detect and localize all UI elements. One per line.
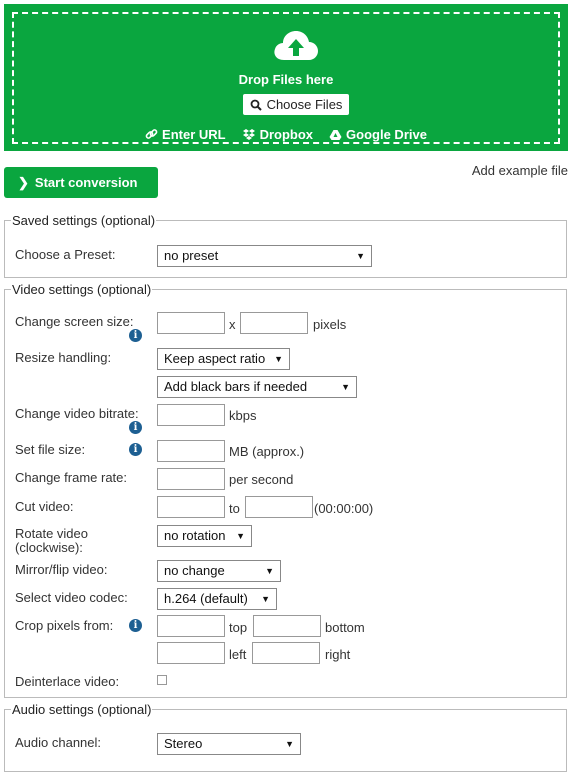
audio-channel-label: Audio channel: — [15, 735, 102, 750]
chevron-down-icon: ▼ — [356, 251, 365, 261]
info-icon[interactable]: i — [129, 421, 142, 434]
cut-start-input[interactable] — [157, 496, 225, 518]
resize-value: Keep aspect ratio — [164, 351, 266, 366]
chevron-down-icon: ▼ — [261, 594, 270, 604]
codec-label: Select video codec: — [15, 590, 128, 605]
google-drive-link[interactable]: Google Drive — [329, 127, 427, 142]
per-second-unit: per second — [229, 472, 294, 487]
audio-channel-select[interactable]: Stereo ▼ — [157, 733, 301, 755]
google-drive-icon — [329, 129, 342, 140]
screen-size-label: Change screen size: — [15, 314, 134, 329]
crop-left-text: left — [229, 647, 247, 662]
chevron-down-icon: ▼ — [236, 531, 245, 541]
cloud-upload-icon — [274, 31, 318, 60]
saved-settings-legend: Saved settings (optional) — [12, 213, 156, 228]
video-settings-legend: Video settings (optional) — [12, 282, 152, 297]
drop-files-text: Drop Files here — [238, 72, 334, 87]
crop-bottom-input[interactable] — [253, 615, 321, 637]
preset-label: Choose a Preset: — [15, 247, 116, 262]
start-conversion-button[interactable]: ❯ Start conversion — [4, 167, 158, 198]
height-input[interactable] — [240, 312, 308, 334]
dropbox-icon — [242, 129, 255, 140]
audio-channel-value: Stereo — [164, 736, 203, 751]
bitrate-input[interactable] — [157, 404, 225, 426]
deinterlace-checkbox[interactable] — [157, 675, 167, 685]
black-bars-select[interactable]: Add black bars if needed ▼ — [157, 376, 357, 398]
preset-select[interactable]: no preset ▼ — [157, 245, 372, 267]
crop-top-input[interactable] — [157, 615, 225, 637]
file-size-label: Set file size: — [15, 442, 86, 457]
chevron-down-icon: ▼ — [274, 354, 283, 364]
rotate-select[interactable]: no rotation ▼ — [157, 525, 252, 547]
audio-settings-legend: Audio settings (optional) — [12, 702, 152, 717]
crop-label: Crop pixels from: — [15, 618, 114, 633]
upload-dropzone[interactable]: Drop Files here Choose Files Enter URL D… — [4, 4, 568, 151]
resize-select[interactable]: Keep aspect ratio ▼ — [157, 348, 290, 370]
time-format-hint: (00:00:00) — [314, 501, 374, 516]
mirror-select[interactable]: no change ▼ — [157, 560, 281, 582]
mirror-label: Mirror/flip video: — [15, 562, 108, 577]
frame-rate-label: Change frame rate: — [15, 470, 128, 485]
upload-sources: Enter URL Dropbox Google Drive — [14, 127, 558, 142]
cut-video-label: Cut video: — [15, 499, 74, 514]
enter-url-label: Enter URL — [162, 127, 226, 142]
rotate-label-line2: (clockwise): — [15, 540, 83, 555]
search-icon — [250, 99, 262, 111]
choose-files-label: Choose Files — [266, 97, 343, 112]
start-conversion-label: Start conversion — [34, 175, 138, 190]
info-icon[interactable]: i — [129, 329, 142, 342]
info-icon[interactable]: i — [129, 619, 142, 632]
rotate-label-line1: Rotate video — [15, 526, 88, 541]
rotate-label: Rotate video (clockwise): — [15, 527, 88, 555]
deinterlace-label: Deinterlace video: — [15, 674, 120, 689]
mb-unit: MB (approx.) — [229, 444, 305, 459]
dropbox-label: Dropbox — [259, 127, 314, 142]
cut-end-input[interactable] — [245, 496, 313, 518]
chevron-down-icon: ▼ — [285, 739, 294, 749]
choose-files-button[interactable]: Choose Files — [243, 94, 349, 115]
info-icon[interactable]: i — [129, 443, 142, 456]
enter-url-link[interactable]: Enter URL — [145, 127, 226, 142]
size-separator: x — [229, 317, 236, 332]
chevron-down-icon: ▼ — [265, 566, 274, 576]
frame-rate-input[interactable] — [157, 468, 225, 490]
preset-value: no preset — [164, 248, 219, 263]
google-drive-label: Google Drive — [346, 127, 427, 142]
chevron-down-icon: ▼ — [341, 382, 350, 392]
rotate-value: no rotation — [164, 528, 226, 543]
cut-to-text: to — [229, 501, 240, 516]
dropzone-border: Drop Files here Choose Files Enter URL D… — [12, 12, 560, 144]
mirror-value: no change — [164, 563, 225, 578]
codec-value: h.264 (default) — [164, 591, 248, 606]
link-icon — [145, 129, 158, 139]
dropbox-link[interactable]: Dropbox — [242, 127, 313, 142]
bitrate-label: Change video bitrate: — [15, 406, 139, 421]
crop-bottom-text: bottom — [325, 620, 365, 635]
codec-select[interactable]: h.264 (default) ▼ — [157, 588, 277, 610]
crop-top-text: top — [229, 620, 248, 635]
crop-right-text: right — [325, 647, 351, 662]
width-input[interactable] — [157, 312, 225, 334]
add-example-file-link[interactable]: Add example file — [472, 163, 568, 178]
resize-label: Resize handling: — [15, 350, 112, 365]
black-bars-value: Add black bars if needed — [164, 379, 308, 394]
kbps-unit: kbps — [229, 408, 257, 423]
crop-right-input[interactable] — [252, 642, 320, 664]
chevron-right-icon: ❯ — [18, 174, 29, 190]
crop-left-input[interactable] — [157, 642, 225, 664]
file-size-input[interactable] — [157, 440, 225, 462]
pixels-unit: pixels — [313, 317, 347, 332]
